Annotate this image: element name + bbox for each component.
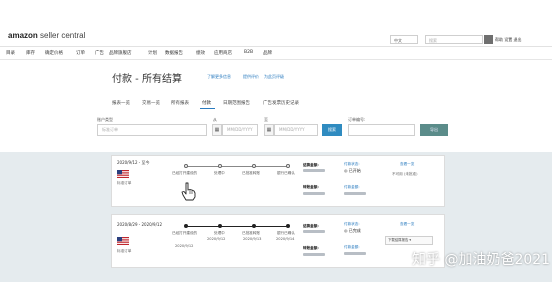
payment-status-value: ◎ 已开始 [344, 168, 361, 173]
step-dot [218, 224, 222, 228]
step-label: 已经打开建设的 [172, 231, 198, 235]
top-bar: amazon seller central 中文 搜索 帮助 设置 退出 [0, 0, 552, 47]
search-button[interactable]: 搜索 [322, 124, 342, 136]
nav-item[interactable]: 计划 [148, 50, 157, 56]
search-icon[interactable] [484, 35, 493, 44]
step-dot [218, 164, 222, 168]
step-label: 处理中 [214, 171, 225, 175]
language-select[interactable]: 中文 [390, 35, 418, 44]
nav-item[interactable]: 品牌 [263, 50, 272, 56]
learn-more-link[interactable]: 了解更多信息 [207, 74, 231, 80]
main-nav: 目录 库存 确定价格 订单 广告 品牌旗舰店 计划 数据报告 绩效 应用商店 B… [0, 47, 552, 60]
order-id-input[interactable] [348, 124, 415, 136]
order-id-label: 订单编号: [348, 117, 366, 122]
settlement-date: 2020/9/12 - 至今 [117, 160, 150, 165]
nav-item[interactable]: 应用商店 [214, 50, 232, 56]
view-summary-link[interactable]: 查看一览 [400, 222, 414, 227]
nav-item[interactable]: 确定价格 [45, 50, 63, 56]
from-date-input[interactable]: MM/DD/YYYY [222, 124, 258, 136]
nav-item[interactable]: 目录 [6, 50, 15, 56]
step-label: 已批准转账 [242, 231, 260, 235]
redacted-value [303, 253, 325, 256]
to-label: 至 [264, 117, 268, 122]
step-dot [252, 164, 256, 168]
settlement-card [111, 155, 445, 207]
nav-item[interactable]: 数据报告 [165, 50, 183, 56]
nav-item[interactable]: 库存 [26, 50, 35, 56]
us-flag-icon [117, 170, 129, 178]
rate-page-link[interactable]: 为此页评级 [264, 74, 284, 80]
step-date: 2020/9/13 [243, 237, 262, 241]
from-label: 从 [213, 117, 217, 122]
tab-statement-view[interactable]: 报表一览 [112, 100, 130, 106]
payment-amount-label: 付款金额: [344, 245, 360, 249]
timeline-line [186, 226, 288, 227]
step-date: 2020/9/12 [175, 244, 194, 248]
settlement-amount-label: 结算金额: [303, 163, 319, 167]
amazon-logo[interactable]: amazon seller central [8, 31, 85, 40]
calendar-icon[interactable]: ▦ [264, 124, 274, 136]
zhihu-watermark: 知乎 @加油奶爸2021 [412, 252, 551, 268]
hand-cursor-icon [181, 182, 196, 201]
redacted-value [344, 252, 366, 255]
top-links[interactable]: 帮助 设置 退出 [495, 37, 522, 43]
step-label: 银行已确认 [277, 231, 295, 235]
settlement-date: 2020/8/29 - 2020/9/12 [117, 222, 163, 227]
settlement-type: 标准订单 [117, 181, 132, 185]
step-date: 2020/9/12 [207, 237, 226, 241]
nav-item[interactable]: 广告 [95, 50, 104, 56]
redacted-value [303, 169, 325, 172]
search-input[interactable]: 搜索 [425, 35, 483, 44]
tab-ad-invoice-history[interactable]: 广告发票历史记录 [263, 100, 299, 106]
nav-item[interactable]: 订单 [76, 50, 85, 56]
download-report-dropdown[interactable]: 下载结算报告 ▾ [385, 236, 433, 245]
tab-transaction-view[interactable]: 交易一览 [142, 100, 160, 106]
nav-item[interactable]: B2B [244, 50, 253, 55]
step-label: 已批准转账 [242, 171, 260, 175]
tab-all-statements[interactable]: 所有报表 [171, 100, 189, 106]
settlement-amount-label: 结算金额: [303, 224, 319, 228]
report-unavailable: 不可用 (未批准) [392, 172, 418, 176]
tab-date-range-reports[interactable]: 日期范围报告 [223, 100, 250, 106]
step-label: 处理中 [214, 231, 225, 235]
export-button[interactable]: 导出 [420, 124, 448, 136]
payment-amount-label: 付款金额: [344, 185, 360, 189]
view-summary-link[interactable]: 查看一览 [400, 162, 414, 167]
payment-status-label: 付款状态: [344, 162, 360, 166]
step-dot [286, 224, 290, 228]
step-dot [184, 224, 188, 228]
step-label: 已经打开建设的 [172, 171, 198, 175]
transfer-amount-label: 转账金额: [303, 185, 319, 189]
step-dot [184, 164, 188, 168]
settlement-type: 标准订单 [117, 249, 132, 253]
payment-status-value: ◎ 已完成 [344, 228, 361, 233]
step-label: 银行已确认 [277, 171, 295, 175]
tab-payments[interactable]: 付款 [202, 100, 211, 106]
nav-item[interactable]: 品牌旗舰店 [109, 50, 132, 56]
feedback-link[interactable]: 提供评价 [243, 74, 259, 80]
step-date: 2020/9/14 [276, 237, 295, 241]
account-type-label: 账户类型 [97, 117, 113, 122]
page-title: 付款 - 所有结算 [112, 74, 182, 85]
transfer-amount-label: 转账金额: [303, 246, 319, 250]
redacted-value [303, 230, 325, 233]
active-tab-indicator [200, 108, 215, 109]
redacted-value [344, 192, 366, 195]
nav-item[interactable]: 绩效 [196, 50, 205, 56]
step-dot [286, 164, 290, 168]
timeline-line [186, 166, 288, 167]
account-type-select[interactable]: 标准订单 [97, 124, 207, 136]
to-date-input[interactable]: MM/DD/YYYY [274, 124, 318, 136]
calendar-icon[interactable]: ▦ [212, 124, 222, 136]
us-flag-icon [117, 237, 129, 245]
payment-status-label: 付款状态: [344, 222, 360, 226]
step-dot [252, 224, 256, 228]
redacted-value [303, 192, 325, 195]
